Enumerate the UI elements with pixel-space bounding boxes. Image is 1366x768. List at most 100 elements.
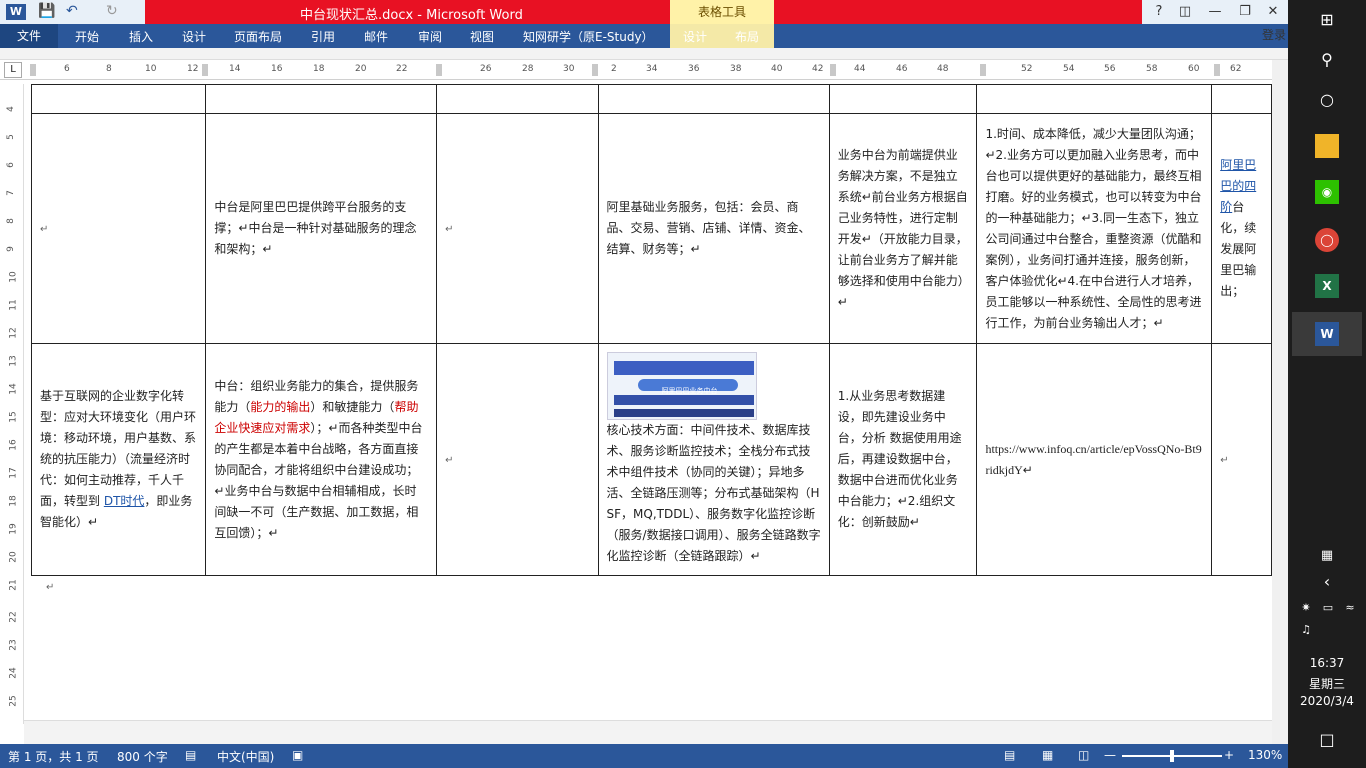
table-cell[interactable]: 基于互联网的企业数字化转型：应对大环境变化（用户环境：移动环境，用户基数、系统的… [30,343,207,576]
clock-weekday[interactable]: 星期三 [1288,675,1366,692]
read-mode-icon[interactable]: ▤ [1004,748,1015,762]
login-link[interactable]: 登录 [1262,26,1286,43]
table-cell[interactable]: 1.从业务思考数据建设，即先建设业务中台，分析 数据使用用途后，再建设数据中台，… [828,343,978,576]
zoom-slider-thumb[interactable] [1170,750,1174,762]
tab-table-layout[interactable]: 布局 [735,28,759,45]
wechat-icon[interactable]: ◉ [1315,180,1339,204]
close-icon[interactable]: ✕ [1260,2,1286,22]
clock-time[interactable]: 16:37 [1288,656,1366,670]
zoom-out-icon[interactable]: — [1104,748,1116,762]
tab-table-design[interactable]: 设计 [683,28,707,45]
table-cell[interactable] [597,84,830,114]
ruler-number: 18 [313,64,325,74]
tab-references[interactable]: 引用 [311,28,335,45]
table-cell[interactable]: 阿里巴巴业务中台 核心技术方面：中间件技术、数据库技术、服务诊断监控技术；全栈分… [597,343,830,576]
web-layout-icon[interactable]: ◫ [1078,748,1089,762]
tab-layout[interactable]: 页面布局 [234,28,282,45]
table-cell[interactable]: 中台是阿里巴巴提供跨平台服务的支撑；↵中台是一种针对基础服务的理念和架构；↵ [205,113,438,344]
tab-home[interactable]: 开始 [75,28,99,45]
horizontal-scrollbar[interactable] [24,720,1272,744]
undo-icon[interactable]: ↶ [66,3,78,19]
table-cell[interactable] [976,84,1213,114]
table-cell[interactable] [30,84,207,114]
macro-icon[interactable]: ▣ [292,748,303,762]
zoom-in-icon[interactable]: + [1224,748,1234,762]
ruler-column-marker[interactable] [202,64,208,76]
wifi-icon[interactable]: ≈ [1338,596,1362,620]
word-count[interactable]: 800 个字 [117,748,168,765]
table-cell[interactable] [1211,84,1272,114]
table-cell[interactable]: 阿里巴巴的四阶台化，续发展阿里巴输出； [1211,113,1272,344]
horizontal-ruler[interactable]: L 6 8 10 12 14 16 18 20 22 26 28 30 2 34… [0,60,1272,80]
clock-date[interactable]: 2020/3/4 [1288,694,1366,708]
table-cell[interactable]: 1.时间、成本降低，减少大量团队沟通；↵2.业务方可以更加融入业务思考，而中台也… [976,113,1213,344]
content-table[interactable]: ↵ 中台是阿里巴巴提供跨平台服务的支撑；↵中台是一种针对基础服务的理念和架构；↵… [30,84,1272,576]
tab-mailings[interactable]: 邮件 [364,28,388,45]
tray-app-icon[interactable]: ✷ [1294,596,1318,620]
table-cell[interactable]: 阿里基础业务服务，包括：会员、商品、交易、营销、店铺、详情、资金、结算、财务等；… [597,113,830,344]
notification-icon[interactable]: □ [1315,728,1339,752]
ruler-column-marker[interactable] [1214,64,1220,76]
table-cell[interactable]: 中台：组织业务能力的集合，提供服务能力（能力的输出）和敏捷能力（帮助企业快速应对… [205,343,438,576]
table-cell[interactable] [205,84,438,114]
ruler-column-marker[interactable] [830,64,836,76]
ruler-number: 38 [730,64,742,74]
tab-estudy[interactable]: 知网研学（原E-Study） [523,28,654,45]
print-layout-icon[interactable]: ▦ [1042,748,1053,762]
ruler-column-marker[interactable] [592,64,598,76]
table-cell[interactable]: ↵ [436,343,599,576]
table-cell[interactable] [828,84,978,114]
tab-design[interactable]: 设计 [182,28,206,45]
table-cell[interactable]: ↵ [436,113,599,344]
ruler-number: 8 [5,218,16,224]
help-button[interactable]: ? [1146,2,1172,22]
paragraph-mark: ↵ [445,223,454,235]
tab-file[interactable]: 文件 [0,24,58,48]
tab-review[interactable]: 审阅 [418,28,442,45]
ruler-number: 23 [8,639,19,651]
hyperlink[interactable]: DT时代 [104,494,145,508]
table-cell[interactable]: 业务中台为前端提供业务解决方案，不是独立系统↵前台业务方根据自己业务特性，进行定… [828,113,978,344]
zoom-level[interactable]: 130% [1248,748,1282,762]
vertical-scrollbar[interactable] [1272,60,1288,744]
save-icon[interactable]: 💾 [38,3,55,19]
search-icon[interactable]: ⚲ [1315,48,1339,72]
word-app-icon[interactable]: W [6,4,26,20]
proofing-icon[interactable]: ▤ [185,748,196,762]
document-page[interactable]: ↵ 中台是阿里巴巴提供跨平台服务的支撑；↵中台是一种针对基础服务的理念和架构；↵… [24,84,1272,720]
redo-icon[interactable]: ↻ [106,3,118,19]
tab-insert[interactable]: 插入 [129,28,153,45]
ruler-column-marker[interactable] [436,64,442,76]
ruler-column-marker[interactable] [980,64,986,76]
tab-selector[interactable]: L [4,62,22,78]
table-cell[interactable]: ↵ [30,113,207,344]
status-bar: 第 1 页，共 1 页 800 个字 ▤ 中文(中国) ▣ ▤ ▦ ◫ — + … [0,744,1288,768]
page-count[interactable]: 第 1 页，共 1 页 [8,748,99,765]
architecture-diagram-image[interactable]: 阿里巴巴业务中台 [606,352,757,420]
ruler-number: 18 [8,495,19,507]
battery-icon[interactable]: ▭ [1316,596,1340,620]
chrome-icon[interactable]: ◯ [1315,228,1339,252]
ribbon-display-icon[interactable]: ◫ [1172,2,1198,22]
title-highlight [145,0,1142,24]
table-cell[interactable]: ↵ [1211,343,1272,576]
ruler-margin-marker[interactable] [30,64,36,76]
ruler-number: 9 [5,246,16,252]
ruler-number: 19 [8,523,19,535]
chevron-left-icon[interactable]: ‹ [1315,570,1339,594]
excel-icon[interactable]: X [1315,274,1339,298]
windows-start-icon[interactable]: ⊞ [1315,8,1339,32]
task-view-icon[interactable]: ○ [1315,88,1339,112]
vertical-ruler[interactable]: 4 5 6 7 8 9 10 11 12 13 14 15 16 17 18 1… [0,84,24,724]
file-explorer-icon[interactable] [1315,134,1339,158]
minimize-icon[interactable]: — [1202,2,1228,22]
tab-view[interactable]: 视图 [470,28,494,45]
volume-icon[interactable]: ♫ [1294,618,1318,642]
table-cell[interactable]: https://www.infoq.cn/article/epVossQNo-B… [976,343,1213,576]
restore-icon[interactable]: ❐ [1232,2,1258,22]
table-cell[interactable] [436,84,599,114]
ime-icon[interactable]: ▦ [1315,544,1339,568]
title-bar: W 💾 ↶ ↻ 中台现状汇总.docx - Microsoft Word 表格工… [0,0,1288,24]
language-indicator[interactable]: 中文(中国) [217,748,274,765]
word-taskbar-icon[interactable]: W [1315,322,1339,346]
